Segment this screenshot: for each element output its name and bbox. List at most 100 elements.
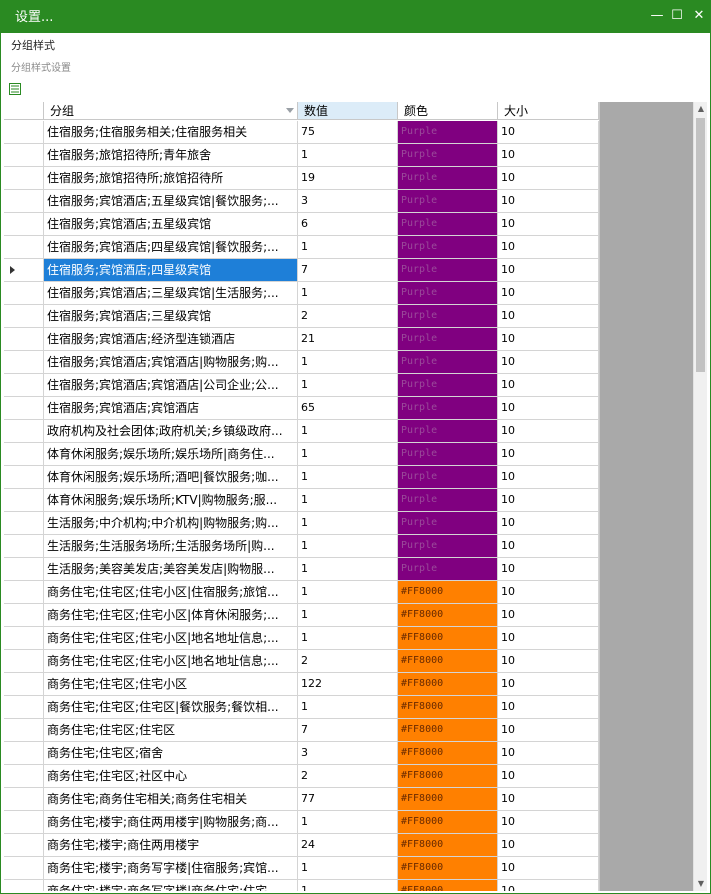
scroll-up-icon[interactable]: ▲ (694, 102, 707, 116)
color-cell[interactable]: #FF8000 (398, 834, 498, 857)
scroll-thumb[interactable] (696, 118, 705, 372)
size-cell[interactable]: 10 (498, 857, 599, 880)
group-cell[interactable]: 生活服务;生活服务场所;生活服务场所|购... (44, 535, 298, 558)
color-cell[interactable]: #FF8000 (398, 811, 498, 834)
list-icon[interactable] (9, 83, 21, 95)
size-cell[interactable]: 10 (498, 581, 599, 604)
value-cell[interactable]: 1 (298, 558, 398, 581)
table-row[interactable]: 住宿服务;宾馆酒店;经济型连锁酒店 21 Purple 10 (4, 328, 599, 351)
column-header-group[interactable]: 分组 (44, 102, 298, 120)
color-cell[interactable]: #FF8000 (398, 742, 498, 765)
value-cell[interactable]: 3 (298, 190, 398, 213)
size-cell[interactable]: 10 (498, 811, 599, 834)
minimize-icon[interactable]: — (649, 8, 665, 24)
group-cell[interactable]: 商务住宅;住宅区;住宅小区|体育休闲服务;... (44, 604, 298, 627)
color-cell[interactable]: Purple (398, 144, 498, 167)
group-cell[interactable]: 住宿服务;旅馆招待所;旅馆招待所 (44, 167, 298, 190)
color-cell[interactable]: #FF8000 (398, 581, 498, 604)
group-cell[interactable]: 住宿服务;宾馆酒店;五星级宾馆|餐饮服务;... (44, 190, 298, 213)
row-header[interactable] (4, 397, 44, 420)
table-row[interactable]: 商务住宅;楼宇;商务写字楼|住宿服务;宾馆... 1 #FF8000 10 (4, 857, 599, 880)
value-cell[interactable]: 3 (298, 742, 398, 765)
table-row[interactable]: 住宿服务;宾馆酒店;宾馆酒店|公司企业;公... 1 Purple 10 (4, 374, 599, 397)
value-cell[interactable]: 1 (298, 581, 398, 604)
value-cell[interactable]: 1 (298, 351, 398, 374)
group-cell[interactable]: 体育休闲服务;娱乐场所;KTV|购物服务;服... (44, 489, 298, 512)
value-cell[interactable]: 1 (298, 696, 398, 719)
row-header[interactable] (4, 121, 44, 144)
table-row[interactable]: 商务住宅;商务住宅相关;商务住宅相关 77 #FF8000 10 (4, 788, 599, 811)
size-cell[interactable]: 10 (498, 351, 599, 374)
table-row[interactable]: 生活服务;生活服务场所;生活服务场所|购... 1 Purple 10 (4, 535, 599, 558)
group-cell[interactable]: 商务住宅;住宅区;住宅小区 (44, 673, 298, 696)
size-cell[interactable]: 10 (498, 558, 599, 581)
row-header[interactable] (4, 788, 44, 811)
row-header[interactable] (4, 489, 44, 512)
size-cell[interactable]: 10 (498, 627, 599, 650)
scroll-down-icon[interactable]: ▼ (694, 877, 707, 891)
value-cell[interactable]: 2 (298, 305, 398, 328)
color-cell[interactable]: Purple (398, 328, 498, 351)
row-header[interactable] (4, 420, 44, 443)
row-header[interactable] (4, 742, 44, 765)
maximize-icon[interactable]: ☐ (669, 8, 685, 24)
table-row[interactable]: 商务住宅;住宅区;住宅小区|住宿服务;旅馆... 1 #FF8000 10 (4, 581, 599, 604)
value-cell[interactable]: 7 (298, 259, 398, 282)
group-cell[interactable]: 商务住宅;住宅区;住宅小区|地名地址信息;... (44, 627, 298, 650)
table-row[interactable]: 住宿服务;住宿服务相关;住宿服务相关 75 Purple 10 (4, 121, 599, 144)
row-header[interactable] (4, 374, 44, 397)
value-cell[interactable]: 1 (298, 489, 398, 512)
row-header[interactable] (4, 443, 44, 466)
group-cell[interactable]: 住宿服务;宾馆酒店;经济型连锁酒店 (44, 328, 298, 351)
table-row[interactable]: 住宿服务;宾馆酒店;三星级宾馆|生活服务;... 1 Purple 10 (4, 282, 599, 305)
color-cell[interactable]: Purple (398, 259, 498, 282)
value-cell[interactable]: 7 (298, 719, 398, 742)
row-header[interactable] (4, 144, 44, 167)
title-bar[interactable]: 设置... — ☐ ✕ (1, 1, 710, 33)
color-cell[interactable]: Purple (398, 466, 498, 489)
value-cell[interactable]: 1 (298, 144, 398, 167)
group-cell[interactable]: 体育休闲服务;娱乐场所;娱乐场所|商务住... (44, 443, 298, 466)
size-cell[interactable]: 10 (498, 213, 599, 236)
group-cell[interactable]: 商务住宅;住宅区;住宅小区|地名地址信息;... (44, 650, 298, 673)
table-row[interactable]: 住宿服务;宾馆酒店;三星级宾馆 2 Purple 10 (4, 305, 599, 328)
size-cell[interactable]: 10 (498, 880, 599, 891)
table-row[interactable]: 商务住宅;住宅区;宿舍 3 #FF8000 10 (4, 742, 599, 765)
color-cell[interactable]: #FF8000 (398, 696, 498, 719)
group-cell[interactable]: 商务住宅;商务住宅相关;商务住宅相关 (44, 788, 298, 811)
color-cell[interactable]: Purple (398, 167, 498, 190)
color-cell[interactable]: Purple (398, 305, 498, 328)
value-cell[interactable]: 6 (298, 213, 398, 236)
row-header[interactable] (4, 328, 44, 351)
row-header[interactable] (4, 236, 44, 259)
value-cell[interactable]: 1 (298, 857, 398, 880)
close-icon[interactable]: ✕ (691, 8, 707, 24)
group-cell[interactable]: 住宿服务;宾馆酒店;三星级宾馆 (44, 305, 298, 328)
table-row[interactable]: 住宿服务;旅馆招待所;旅馆招待所 19 Purple 10 (4, 167, 599, 190)
row-header[interactable] (4, 857, 44, 880)
vertical-scrollbar[interactable]: ▲ ▼ (693, 102, 707, 891)
row-header[interactable] (4, 282, 44, 305)
group-cell[interactable]: 体育休闲服务;娱乐场所;酒吧|餐饮服务;咖... (44, 466, 298, 489)
row-header[interactable] (4, 558, 44, 581)
row-header[interactable] (4, 627, 44, 650)
table-row[interactable]: 商务住宅;住宅区;住宅区 7 #FF8000 10 (4, 719, 599, 742)
size-cell[interactable]: 10 (498, 719, 599, 742)
color-cell[interactable]: Purple (398, 351, 498, 374)
row-header[interactable] (4, 351, 44, 374)
value-cell[interactable]: 2 (298, 650, 398, 673)
size-cell[interactable]: 10 (498, 328, 599, 351)
table-row[interactable]: 住宿服务;宾馆酒店;五星级宾馆|餐饮服务;... 3 Purple 10 (4, 190, 599, 213)
table-row[interactable]: 商务住宅;住宅区;住宅区|餐饮服务;餐饮相... 1 #FF8000 10 (4, 696, 599, 719)
group-cell[interactable]: 商务住宅;楼宇;商住两用楼宇|购物服务;商... (44, 811, 298, 834)
size-cell[interactable]: 10 (498, 742, 599, 765)
value-cell[interactable]: 1 (298, 604, 398, 627)
row-header[interactable] (4, 719, 44, 742)
row-header[interactable] (4, 466, 44, 489)
color-cell[interactable]: #FF8000 (398, 650, 498, 673)
group-cell[interactable]: 住宿服务;宾馆酒店;三星级宾馆|生活服务;... (44, 282, 298, 305)
size-cell[interactable]: 10 (498, 420, 599, 443)
table-row[interactable]: 体育休闲服务;娱乐场所;娱乐场所|商务住... 1 Purple 10 (4, 443, 599, 466)
size-cell[interactable]: 10 (498, 650, 599, 673)
column-header-size[interactable]: 大小 (498, 102, 599, 120)
